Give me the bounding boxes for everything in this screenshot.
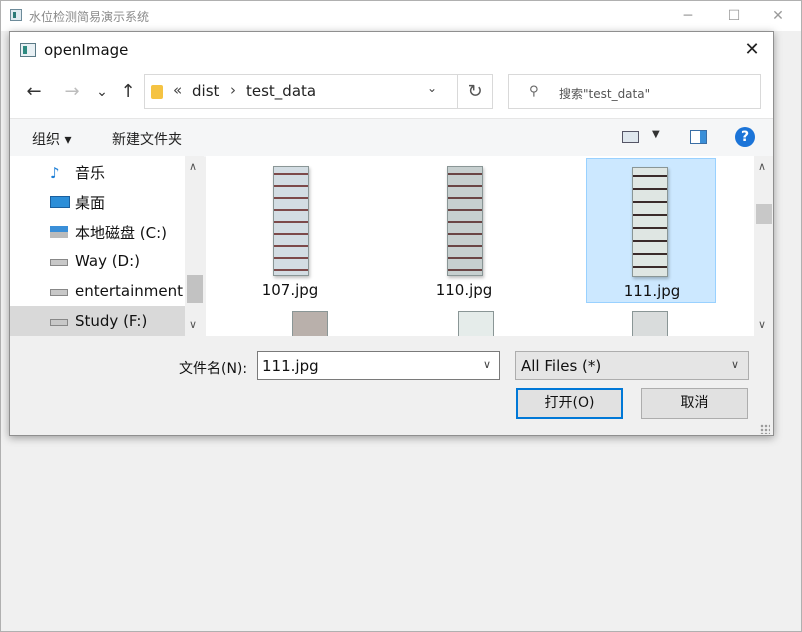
file-name-field[interactable]: 111.jpg ∨ xyxy=(257,351,500,380)
file-name-label: 111.jpg xyxy=(623,282,681,300)
resize-grip-icon[interactable] xyxy=(760,424,770,434)
search-input[interactable]: ⚲ 搜索"test_data" xyxy=(508,74,761,109)
file-name-label: 110.jpg xyxy=(435,281,493,299)
nav-item-entertainment[interactable]: entertainment xyxy=(10,276,185,306)
main-titlebar: 水位检测简易演示系统 ─ ☐ ✕ xyxy=(1,1,801,31)
dialog-titlebar: openImage ✕ xyxy=(10,32,773,68)
dialog-footer: 文件名(N): 111.jpg ∨ All Files (*) ∨ 打开(O) … xyxy=(10,336,773,435)
refresh-icon[interactable]: ↻ xyxy=(457,74,493,109)
forward-arrow-icon[interactable]: → xyxy=(60,80,84,104)
nav-item-label: entertainment xyxy=(75,282,183,300)
nav-pane-scrollbar[interactable]: ∧ ∨ xyxy=(185,156,204,336)
scroll-up-arrow-icon[interactable]: ∧ xyxy=(758,160,766,173)
address-dropdown-chevron-icon[interactable]: ⌄ xyxy=(427,81,437,95)
maximize-icon[interactable]: ☐ xyxy=(711,1,757,31)
scroll-down-arrow-icon[interactable]: ∨ xyxy=(189,318,197,331)
app-icon xyxy=(10,9,22,21)
organize-button[interactable]: 组织 ▾ xyxy=(32,129,71,149)
navigation-pane: ♪ 音乐 桌面 本地磁盘 (C:) Way (D:) entertainment… xyxy=(10,156,204,336)
change-view-icon[interactable] xyxy=(622,131,639,143)
file-type-select[interactable]: All Files (*) ∨ xyxy=(515,351,749,380)
recent-locations-chevron-icon[interactable]: ⌄ xyxy=(90,80,114,104)
cancel-button[interactable]: 取消 xyxy=(641,388,748,419)
search-icon: ⚲ xyxy=(529,84,539,99)
file-type-chevron-icon[interactable]: ∨ xyxy=(731,358,739,371)
view-options-dropdown-icon[interactable]: ▼ xyxy=(652,129,660,140)
drive-icon xyxy=(50,289,68,296)
nav-item-desktop[interactable]: 桌面 xyxy=(10,186,185,216)
image-thumbnail xyxy=(632,311,668,336)
command-toolbar: 组织 ▾ 新建文件夹 ▼ ? xyxy=(10,118,773,157)
dialog-app-icon xyxy=(20,43,36,57)
navigation-bar: ← → ⌄ ↑ « dist › test_data ⌄ ↻ ⚲ 搜索"test… xyxy=(10,68,773,118)
breadcrumb-dist[interactable]: dist xyxy=(192,82,219,100)
dialog-close-icon[interactable]: ✕ xyxy=(738,36,766,64)
file-name-label: 107.jpg xyxy=(261,281,319,299)
open-file-dialog: openImage ✕ ← → ⌄ ↑ « dist › test_data ⌄… xyxy=(9,31,774,436)
file-item[interactable]: 110.jpg xyxy=(399,158,529,303)
music-icon: ♪ xyxy=(50,164,60,182)
nav-item-study-f[interactable]: Study (F:) xyxy=(10,306,185,336)
file-item[interactable]: 107.jpg xyxy=(225,158,355,303)
image-thumbnail xyxy=(273,166,309,276)
help-icon[interactable]: ? xyxy=(735,127,755,147)
nav-item-local-disk-c[interactable]: 本地磁盘 (C:) xyxy=(10,216,185,246)
back-arrow-icon[interactable]: ← xyxy=(22,80,46,104)
minimize-icon[interactable]: ─ xyxy=(665,1,711,31)
file-list-pane: 107.jpg 110.jpg 111.jpg xyxy=(206,156,754,336)
file-name-history-chevron-icon[interactable]: ∨ xyxy=(483,358,491,371)
address-bar[interactable]: « dist › test_data ⌄ xyxy=(144,74,491,109)
dialog-title: openImage xyxy=(44,41,129,59)
close-icon[interactable]: ✕ xyxy=(755,1,801,31)
scroll-thumb[interactable] xyxy=(756,204,772,224)
main-window-title: 水位检测简易演示系统 xyxy=(29,10,150,24)
folder-icon xyxy=(151,85,163,99)
nav-item-label: 音乐 xyxy=(75,164,106,182)
nav-item-label: Way (D:) xyxy=(75,252,141,270)
windows-drive-icon xyxy=(50,226,68,238)
image-thumbnail xyxy=(447,166,483,276)
image-thumbnail xyxy=(632,167,668,277)
scroll-down-arrow-icon[interactable]: ∨ xyxy=(758,318,766,331)
open-button[interactable]: 打开(O) xyxy=(516,388,623,419)
search-placeholder: 搜索"test_data" xyxy=(559,87,651,101)
preview-pane-icon[interactable] xyxy=(690,130,707,144)
nav-item-label: Study (F:) xyxy=(75,312,148,330)
breadcrumb-overflow-icon[interactable]: « xyxy=(173,81,182,99)
breadcrumb-test-data[interactable]: test_data xyxy=(246,82,316,100)
scroll-thumb[interactable] xyxy=(187,275,203,303)
nav-item-label: 本地磁盘 (C:) xyxy=(75,224,167,242)
drive-icon xyxy=(50,259,68,266)
image-thumbnail xyxy=(458,311,494,336)
file-item[interactable]: 111.jpg xyxy=(586,158,716,303)
scroll-up-arrow-icon[interactable]: ∧ xyxy=(189,160,197,173)
image-thumbnail xyxy=(292,311,328,336)
nav-item-music[interactable]: ♪ 音乐 xyxy=(10,156,185,186)
file-name-field-label: 文件名(N): xyxy=(179,361,248,377)
file-name-value[interactable]: 111.jpg xyxy=(262,357,319,375)
new-folder-button[interactable]: 新建文件夹 xyxy=(112,129,182,149)
breadcrumb-separator-icon[interactable]: › xyxy=(230,81,236,99)
nav-item-label: 桌面 xyxy=(75,194,106,212)
up-arrow-icon[interactable]: ↑ xyxy=(116,80,140,104)
file-type-value: All Files (*) xyxy=(521,357,602,375)
file-pane-scrollbar[interactable]: ∧ ∨ xyxy=(754,156,773,336)
desktop-icon xyxy=(50,196,70,208)
nav-item-way-d[interactable]: Way (D:) xyxy=(10,246,185,276)
drive-icon xyxy=(50,319,68,326)
